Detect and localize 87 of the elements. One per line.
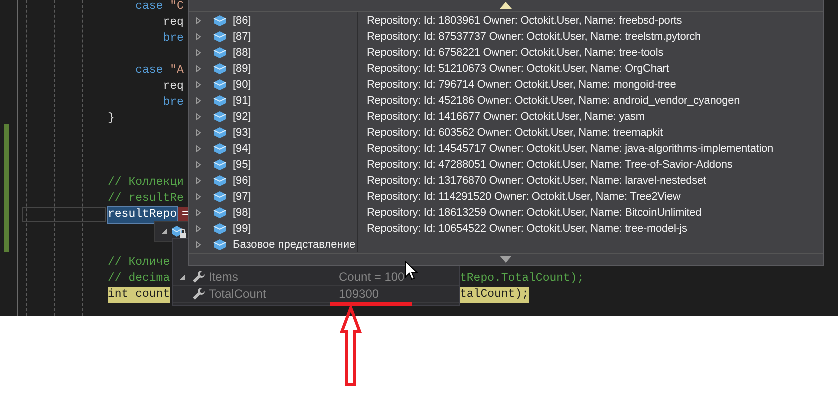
wrench-icon	[192, 270, 206, 284]
code-comment: tRepo.TotalCount);	[460, 271, 584, 287]
expander-icon[interactable]	[195, 241, 203, 249]
property-value: 109300	[339, 287, 380, 301]
item-name[interactable]: [98]	[233, 207, 365, 219]
expander-icon[interactable]	[195, 49, 203, 57]
code-text: bre	[162, 95, 184, 111]
item-value: Repository: Id: 13176870 Owner: Octokit.User, Name: laravel-nestedset	[367, 175, 706, 187]
item-value: Repository: Id: 1803961 Owner: Octokit.User, Name: freebsd-ports	[367, 15, 682, 27]
expander-icon[interactable]	[161, 228, 168, 235]
item-name[interactable]: [90]	[233, 79, 365, 91]
object-icon	[213, 63, 227, 75]
expander-icon[interactable]	[195, 209, 203, 217]
property-name: Items	[209, 270, 240, 284]
item-value: Repository: Id: 796714 Owner: Octokit.User, Name: mongoid-tree	[367, 79, 676, 91]
scroll-up-icon[interactable]	[500, 2, 512, 9]
scroll-down-icon[interactable]	[500, 256, 512, 263]
item-value: Repository: Id: 452186 Owner: Octokit.User, Name: android_vendor_cyanogen	[367, 95, 740, 107]
code-text: }	[108, 111, 115, 127]
object-icon	[213, 175, 227, 187]
item-name[interactable]: [87]	[233, 31, 365, 43]
code-text: case	[134, 63, 164, 79]
expander-icon[interactable]	[195, 81, 203, 89]
code-comment: // decima	[108, 271, 170, 287]
object-icon	[213, 143, 227, 155]
object-icon	[213, 223, 227, 235]
property-name: TotalCount	[209, 287, 268, 301]
item-value: Repository: Id: 10654522 Owner: Octokit.User, Name: tree-model-js	[367, 223, 688, 235]
item-name[interactable]: [92]	[233, 111, 365, 123]
item-value: Repository: Id: 14545717 Owner: Octokit.User, Name: java-algorithms-implementation	[367, 143, 774, 155]
item-name[interactable]: [93]	[233, 127, 365, 139]
wrench-icon	[192, 287, 206, 301]
code-comment: // Количе	[108, 255, 170, 271]
expander-icon[interactable]	[195, 225, 203, 233]
expander-icon[interactable]	[195, 193, 203, 201]
item-value: Repository: Id: 87537737 Owner: Octokit.User, Name: treelstm.pytorch	[367, 31, 702, 43]
item-name[interactable]: [86]	[233, 15, 365, 27]
item-name[interactable]: [97]	[233, 191, 365, 203]
item-name[interactable]: [88]	[233, 47, 365, 59]
item-name[interactable]: [96]	[233, 175, 365, 187]
object-icon	[213, 239, 227, 251]
item-name[interactable]: [89]	[233, 63, 365, 75]
object-icon	[213, 15, 227, 27]
object-icon	[213, 31, 227, 43]
object-icon	[213, 191, 227, 203]
selected-code: resultRepo	[108, 207, 178, 223]
expander-icon[interactable]	[195, 161, 203, 169]
object-icon	[213, 207, 227, 219]
object-icon	[213, 79, 227, 91]
code-text: bre	[162, 31, 184, 47]
property-value: Count = 100	[339, 270, 405, 284]
code-comment: // Коллекци	[108, 175, 184, 191]
expander-icon[interactable]	[195, 33, 203, 41]
item-name[interactable]: Базовое представление	[233, 239, 365, 251]
item-name[interactable]: [94]	[233, 143, 365, 155]
expander-icon[interactable]	[195, 177, 203, 185]
item-value: Repository: Id: 51210673 Owner: Octokit.User, Name: OrgChart	[367, 63, 670, 75]
expander-icon[interactable]	[195, 65, 203, 73]
code-comment: // resultRe	[108, 191, 184, 207]
item-value: Repository: Id: 6758221 Owner: Octokit.User, Name: tree-tools	[367, 47, 664, 59]
item-name[interactable]: [99]	[233, 223, 365, 235]
expander-icon[interactable]	[195, 145, 203, 153]
mouse-cursor-icon	[405, 261, 418, 281]
code-text: "A	[170, 63, 184, 79]
expander-icon[interactable]	[195, 97, 203, 105]
highlighted-code: talCount);	[460, 287, 530, 303]
code-text: req	[162, 15, 184, 31]
object-icon	[213, 127, 227, 139]
item-name[interactable]: [91]	[233, 95, 365, 107]
object-icon	[213, 111, 227, 123]
expander-icon[interactable]	[195, 129, 203, 137]
item-value: Repository: Id: 47288051 Owner: Octokit.User, Name: Tree-of-Savior-Addons	[367, 159, 733, 171]
item-value: Repository: Id: 114291520 Owner: Octokit.User, Name: Tree2View	[367, 191, 681, 203]
item-value: Repository: Id: 1416677 Owner: Octokit.User, Name: yasm	[367, 111, 645, 123]
expander-icon[interactable]	[195, 113, 203, 121]
code-text: req	[162, 79, 184, 95]
code-text: "C	[170, 0, 184, 15]
object-icon	[213, 95, 227, 107]
highlighted-code: int count	[108, 287, 170, 303]
object-icon	[213, 159, 227, 171]
item-value: Repository: Id: 603562 Owner: Octokit.User, Name: treemapkit	[367, 127, 664, 139]
expander-icon[interactable]	[178, 274, 186, 280]
expander-icon[interactable]	[195, 17, 203, 25]
item-value: Repository: Id: 18613259 Owner: Octokit.User, Name: BitcoinUnlimited	[367, 207, 702, 219]
object-icon	[213, 47, 227, 59]
item-name[interactable]: [95]	[233, 159, 365, 171]
code-text: case	[134, 0, 164, 15]
